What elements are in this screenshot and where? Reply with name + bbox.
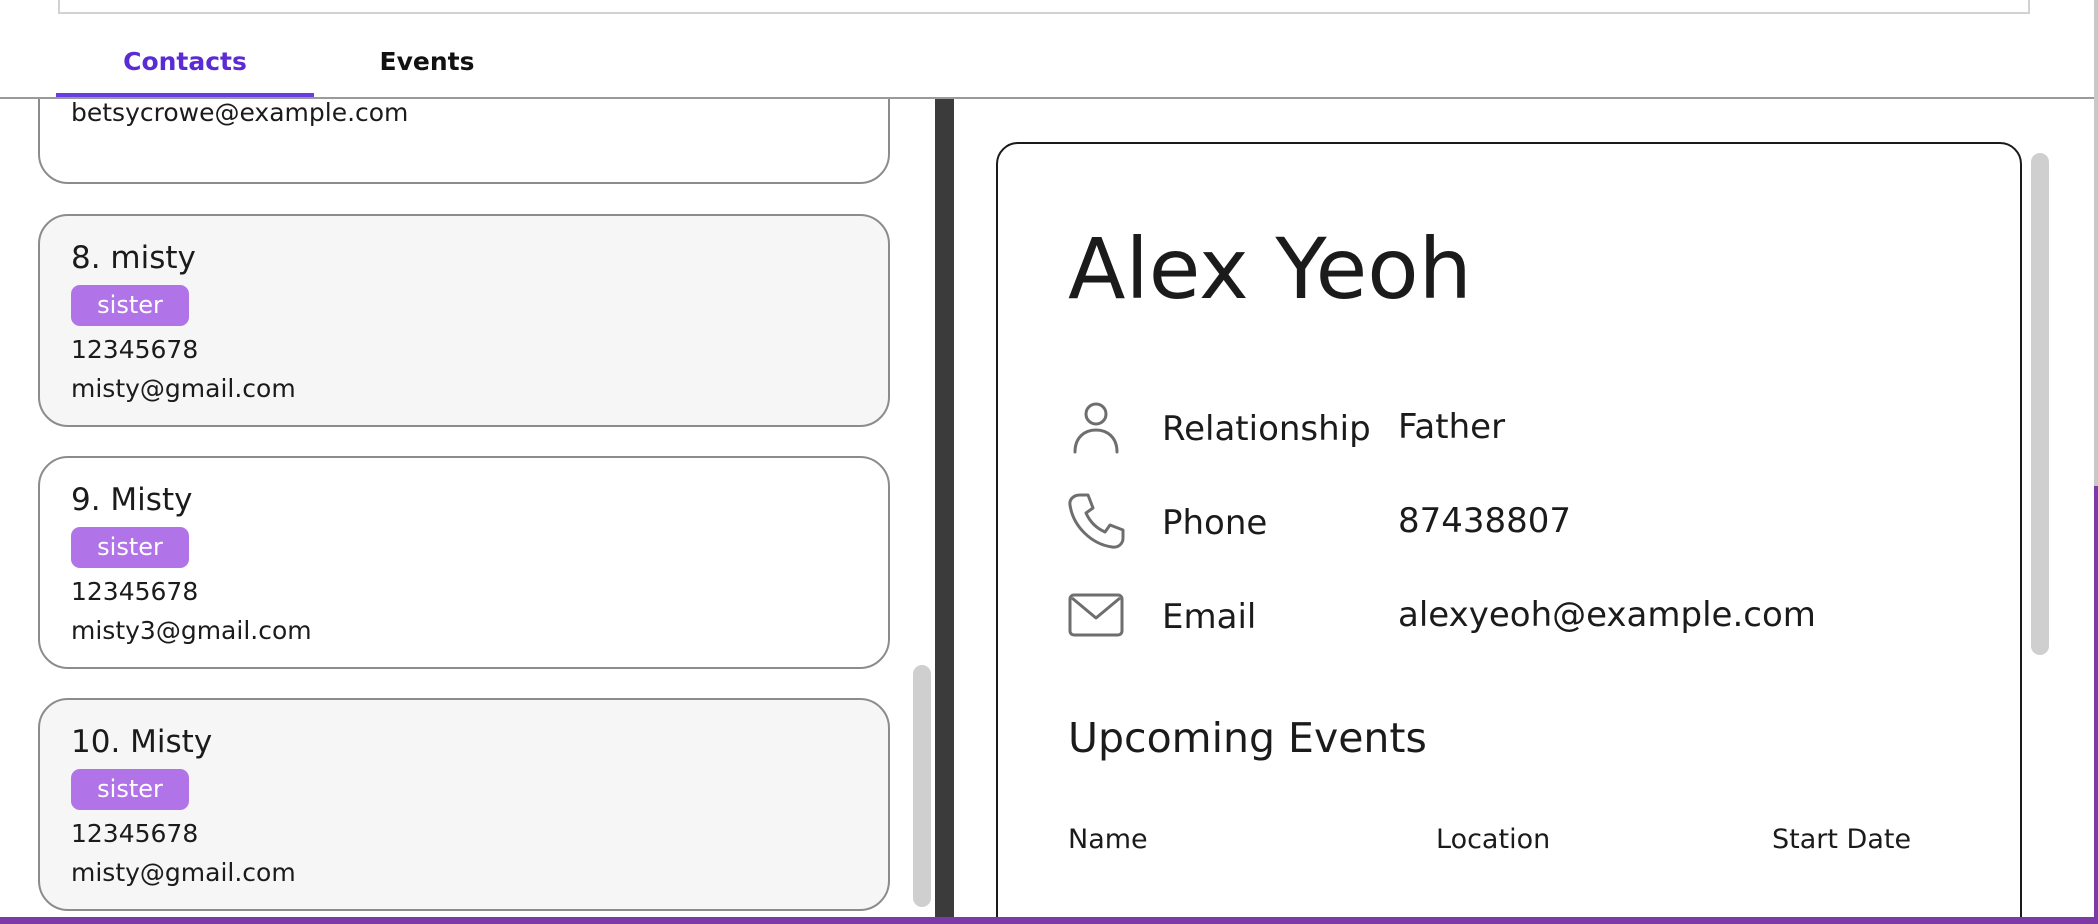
- contact-name: 9. Misty: [71, 482, 193, 518]
- envelope-icon: [1068, 593, 1124, 637]
- contact-phone: 12345678: [71, 819, 199, 848]
- contact-tag: sister: [71, 285, 189, 326]
- column-header-location: Location: [1436, 824, 1551, 855]
- contact-list[interactable]: betsycrowe@example.com 8. misty sister 1…: [0, 99, 935, 917]
- detail-scrollbar[interactable]: [2031, 153, 2049, 655]
- contact-name: 10. Misty: [71, 724, 213, 760]
- contact-card[interactable]: 9. Misty sister 12345678 misty3@gmail.co…: [38, 456, 890, 669]
- contact-tag: sister: [71, 769, 189, 810]
- contact-phone: 12345678: [71, 577, 199, 606]
- bottom-status-bar: [0, 917, 2098, 924]
- relationship-label: Relationship: [1162, 409, 1371, 449]
- column-header-name: Name: [1068, 824, 1148, 855]
- phone-label: Phone: [1162, 503, 1268, 543]
- phone-value: 87438807: [1398, 501, 1572, 541]
- contact-email: misty@gmail.com: [71, 374, 296, 403]
- contact-card[interactable]: 8. misty sister 12345678 misty@gmail.com: [38, 214, 890, 427]
- tab-contacts[interactable]: Contacts: [56, 44, 314, 80]
- contact-tag: sister: [71, 527, 189, 568]
- window-edge-accent: [2094, 486, 2098, 924]
- phone-icon: [1068, 493, 1125, 549]
- tab-events[interactable]: Events: [340, 44, 514, 80]
- pane-divider[interactable]: [935, 99, 954, 924]
- column-header-start-date: Start Date: [1772, 824, 1912, 855]
- relationship-value: Father: [1398, 407, 1506, 447]
- contact-card[interactable]: 10. Misty sister 12345678 misty@gmail.co…: [38, 698, 890, 911]
- contact-detail-card: Alex Yeoh Relationship Father Phone 8743…: [996, 142, 2022, 917]
- email-value: alexyeoh@example.com: [1398, 595, 1816, 635]
- top-input-box: [58, 0, 2030, 14]
- contact-email: misty3@gmail.com: [71, 616, 312, 645]
- email-label: Email: [1162, 597, 1257, 637]
- contact-detail-pane: Alex Yeoh Relationship Father Phone 8743…: [954, 99, 2098, 917]
- detail-name: Alex Yeoh: [1068, 220, 1472, 318]
- contact-card[interactable]: betsycrowe@example.com: [38, 99, 890, 184]
- contact-email: betsycrowe@example.com: [71, 99, 409, 127]
- person-icon: [1073, 402, 1119, 454]
- contact-phone: 12345678: [71, 335, 199, 364]
- contact-name: 8. misty: [71, 240, 196, 276]
- upcoming-events-heading: Upcoming Events: [1068, 714, 1427, 762]
- contact-email: misty@gmail.com: [71, 858, 296, 887]
- contact-list-scrollbar[interactable]: [913, 665, 931, 907]
